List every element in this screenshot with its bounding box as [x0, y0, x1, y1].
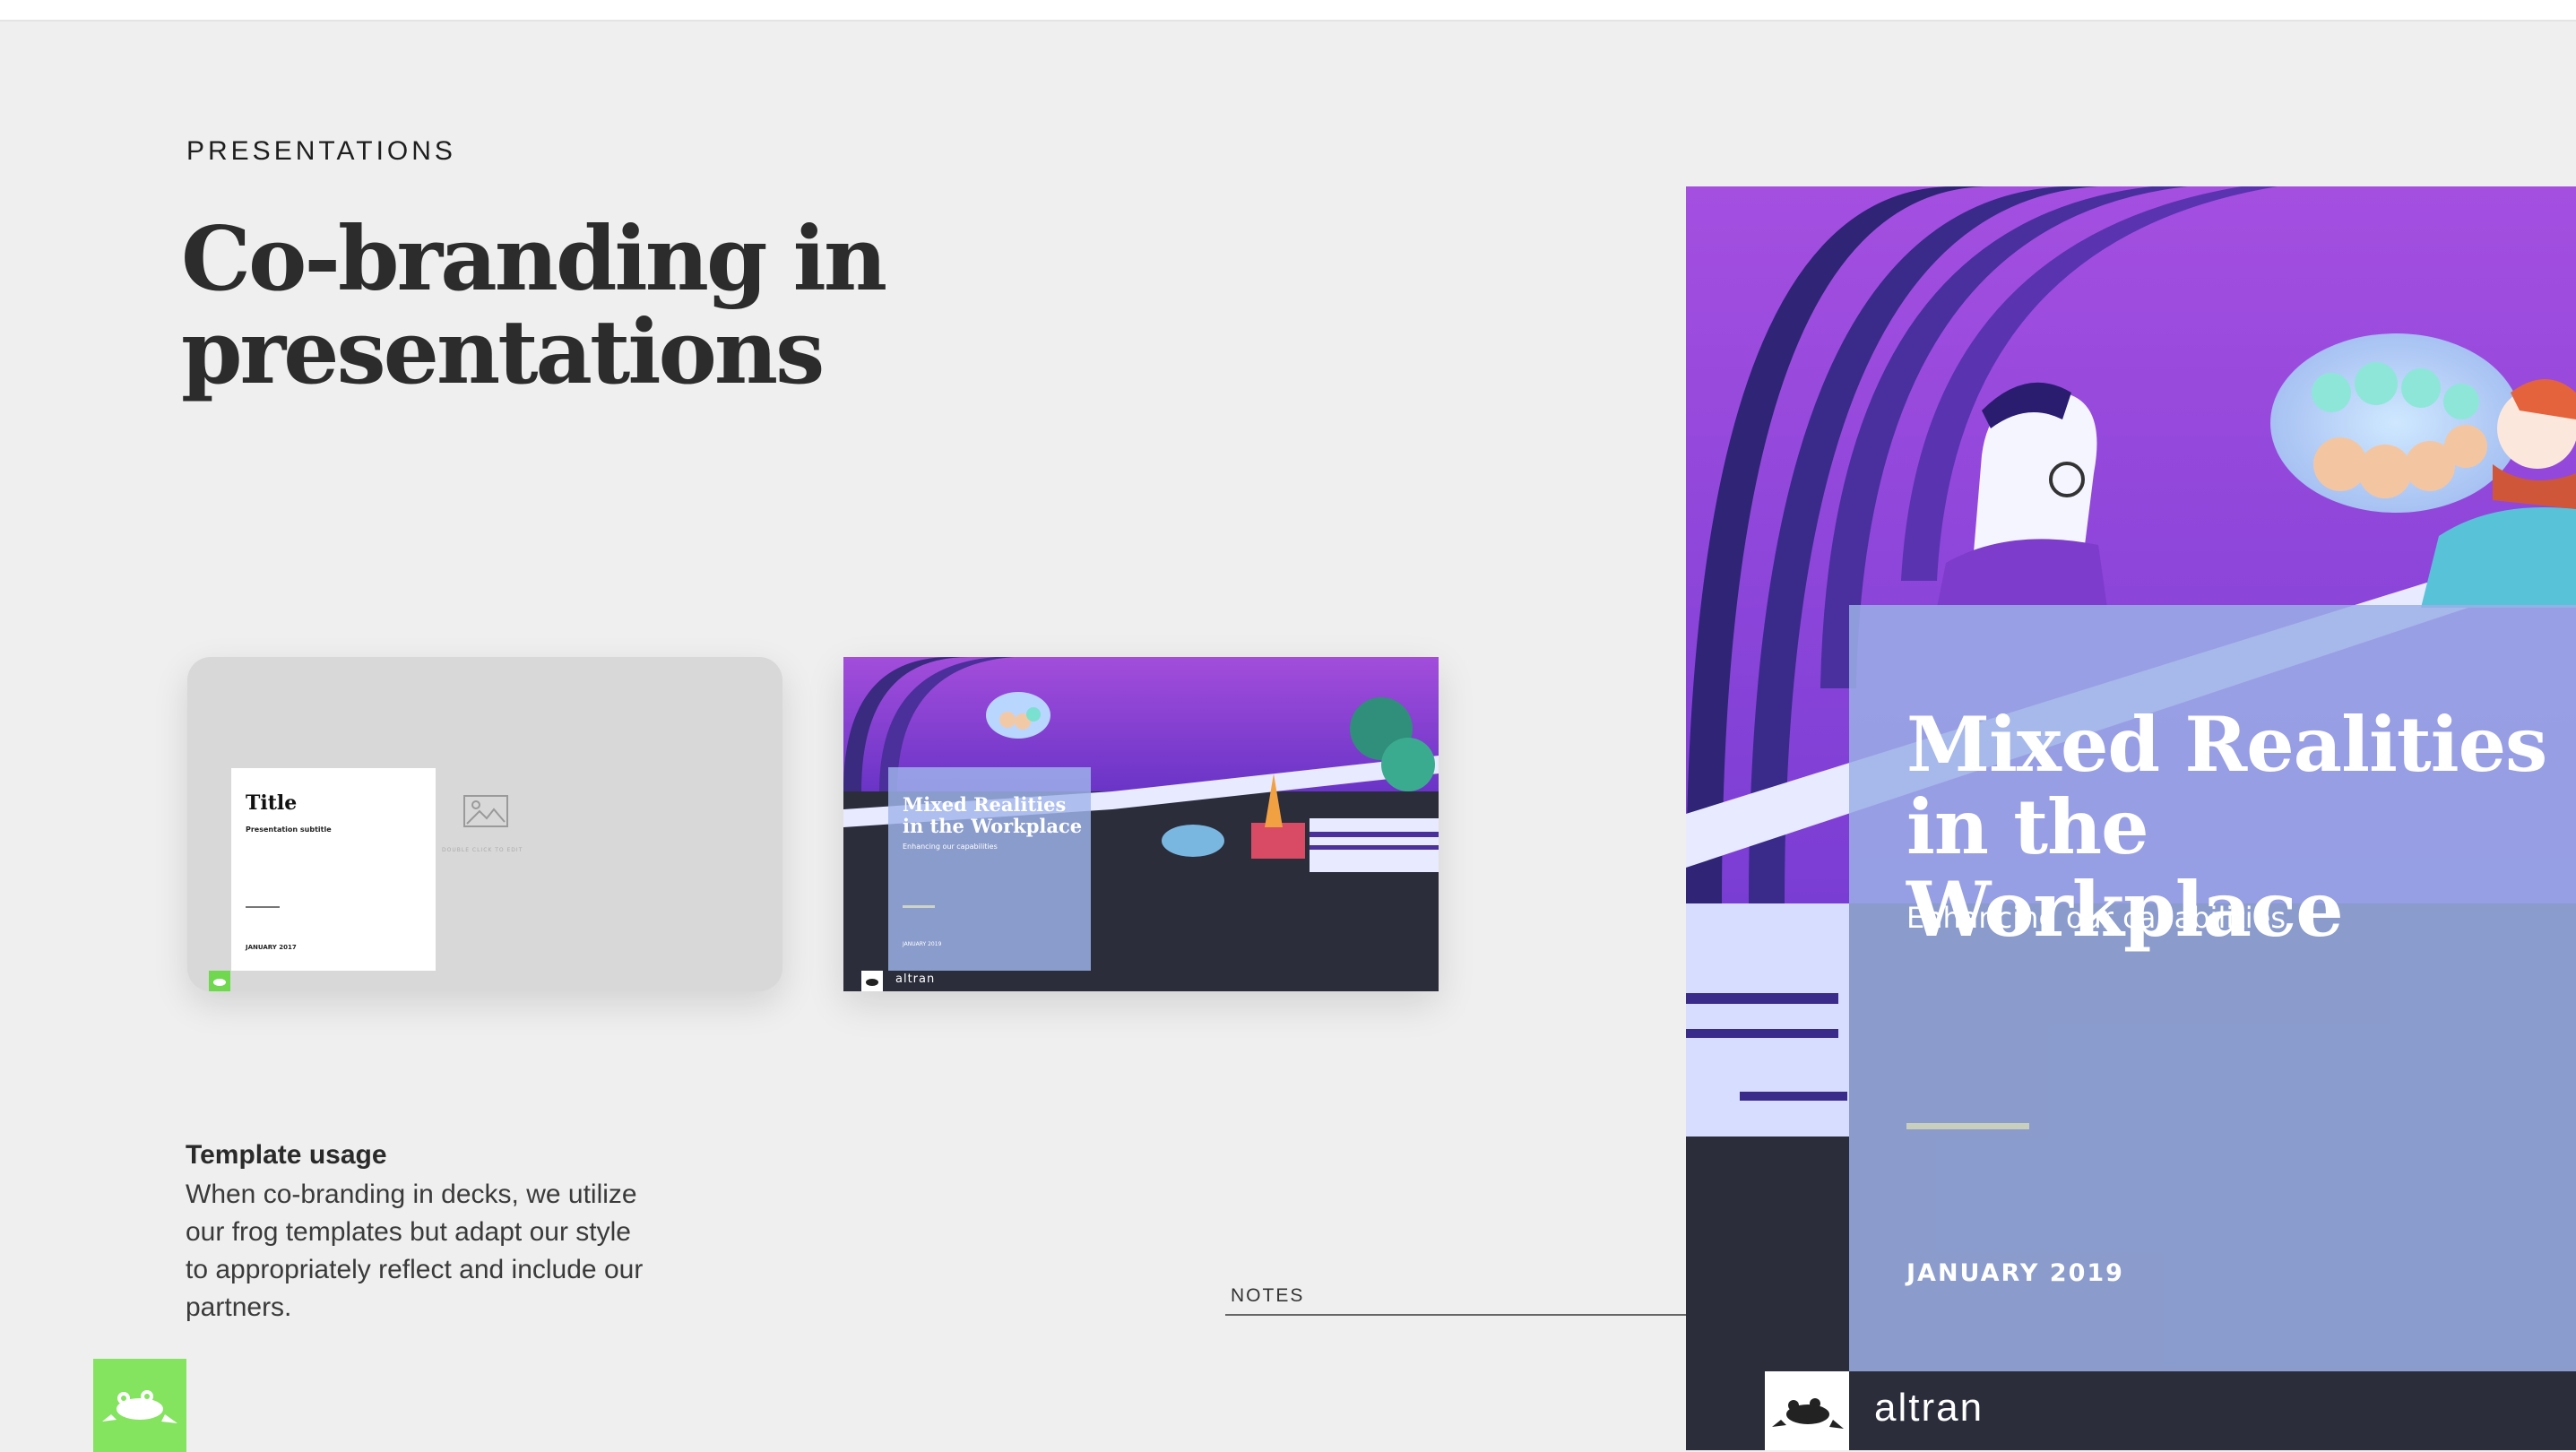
cobrand-title-panel: Mixed Realities in the Workplace Enhanci… — [888, 767, 1091, 971]
cobrand-heading-line-1: Mixed Realities — [903, 793, 1067, 816]
template-slide-thumbnail[interactable]: Title Presentation subtitle JANUARY 2017… — [187, 657, 782, 991]
preview-subtitle: Enhancing our capabilities — [1906, 901, 2286, 935]
cobrand-slide-heading: Mixed Realities in the Workplace — [903, 794, 1091, 837]
template-slide-date: JANUARY 2017 — [246, 944, 297, 951]
cobrand-slide-thumbnail[interactable]: Mixed Realities in the Workplace Enhanci… — [843, 657, 1439, 991]
notes-underline — [1225, 1314, 1751, 1316]
usage-body: When co-branding in decks, we utilize ou… — [186, 1180, 644, 1322]
preview-heading-line-1: Mixed Realities — [1906, 700, 2547, 789]
preview-divider — [1906, 1123, 2029, 1129]
frog-logo-icon — [209, 971, 230, 991]
page-title: Co-branding in presentations — [181, 213, 898, 400]
notes-label: NOTES — [1231, 1285, 1305, 1306]
cobrand-slide-date: JANUARY 2019 — [903, 941, 942, 947]
usage-heading: Template usage — [186, 1140, 387, 1170]
cobrand-heading-line-2: in the Workplace — [903, 815, 1083, 837]
frog-logo-icon — [93, 1359, 186, 1452]
template-slide-title: Title — [246, 791, 298, 815]
section-eyebrow: PRESENTATIONS — [186, 136, 456, 166]
top-bar — [0, 0, 2576, 22]
cobrand-slide-preview: Mixed Realities in the Workplace Enhanci… — [1686, 186, 2576, 1450]
template-divider — [246, 906, 280, 908]
frog-logo-icon — [1765, 1371, 1849, 1450]
page-title-line-1: Co-branding in — [181, 208, 887, 311]
template-slide-subtitle: Presentation subtitle — [246, 825, 332, 834]
page-title-line-2: presentations — [181, 301, 825, 404]
preview-title-panel: Mixed Realities in the Workplace Enhanci… — [1849, 605, 2576, 1371]
cobrand-divider — [903, 905, 935, 908]
image-placeholder-icon — [463, 795, 508, 827]
template-title-card: Title Presentation subtitle JANUARY 2017 — [231, 768, 436, 971]
altran-logo: altran — [895, 972, 936, 986]
cobrand-slide-subtitle: Enhancing our capabilities — [903, 843, 998, 851]
frog-logo-icon — [861, 971, 883, 991]
image-placeholder-hint: DOUBLE CLICK TO EDIT — [442, 847, 523, 853]
altran-logo: altran — [1874, 1386, 1984, 1430]
preview-date: JANUARY 2019 — [1906, 1259, 2124, 1287]
